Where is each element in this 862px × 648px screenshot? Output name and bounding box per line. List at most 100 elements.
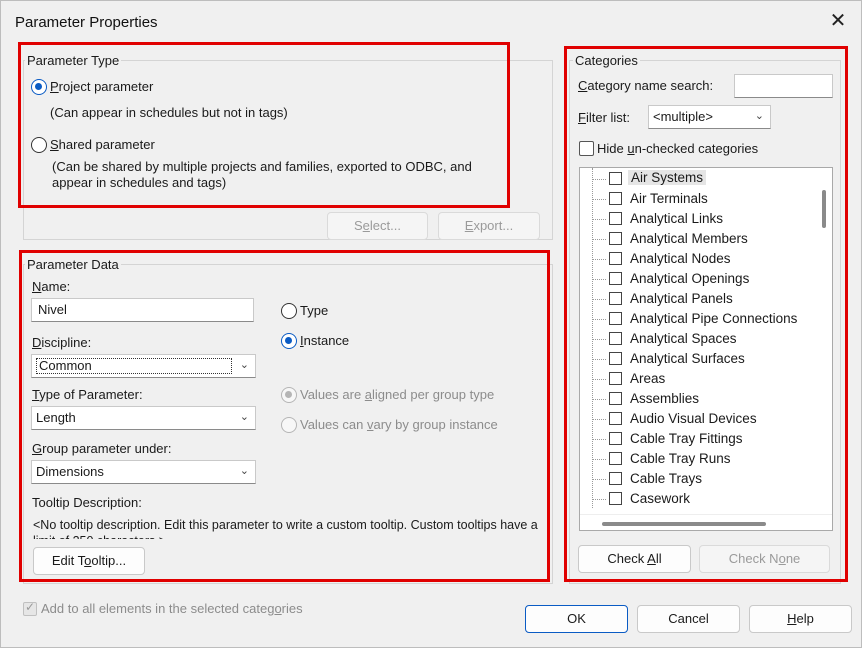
category-checkbox[interactable] bbox=[609, 312, 622, 325]
chevron-down-icon: ⌄ bbox=[239, 465, 249, 477]
export-button[interactable]: Export... bbox=[438, 212, 540, 240]
category-checkbox[interactable] bbox=[609, 212, 622, 225]
filter-list-select[interactable]: <multiple> ⌄ bbox=[648, 105, 771, 129]
category-label: Analytical Members bbox=[630, 231, 748, 246]
add-to-all-label: Add to all elements in the selected cate… bbox=[41, 601, 303, 616]
chevron-down-icon: ⌄ bbox=[239, 411, 249, 423]
category-tree-item[interactable]: Air Systems bbox=[580, 169, 816, 189]
project-parameter-radio[interactable] bbox=[31, 79, 47, 95]
type-of-parameter-select[interactable]: Length ⌄ bbox=[31, 406, 256, 430]
shared-parameter-description-line1: (Can be shared by multiple projects and … bbox=[52, 159, 472, 174]
ok-button[interactable]: OK bbox=[525, 605, 628, 633]
category-label: Air Terminals bbox=[630, 191, 708, 206]
category-label: Air Systems bbox=[628, 170, 707, 185]
discipline-label: Discipline: bbox=[32, 335, 92, 350]
category-checkbox[interactable] bbox=[609, 412, 622, 425]
name-label: Name: bbox=[32, 279, 71, 294]
values-aligned-label: Values are aligned per group type bbox=[300, 387, 495, 402]
help-button[interactable]: Help bbox=[749, 605, 852, 633]
category-checkbox[interactable] bbox=[609, 292, 622, 305]
category-tree[interactable]: Air Systems Air Terminals Analytical Links… bbox=[579, 167, 833, 531]
category-label: Analytical Spaces bbox=[630, 331, 737, 346]
check-none-button[interactable]: Check None bbox=[699, 545, 830, 573]
scroll-thumb[interactable] bbox=[822, 190, 826, 228]
category-search-label: Category name search: bbox=[578, 78, 714, 93]
category-checkbox[interactable] bbox=[609, 392, 622, 405]
category-checkbox[interactable] bbox=[609, 352, 622, 365]
check-all-button[interactable]: Check All bbox=[578, 545, 691, 573]
shared-parameter-label[interactable]: Shared parameter bbox=[50, 137, 155, 152]
values-vary-radio[interactable] bbox=[281, 417, 297, 433]
group-parameter-label: Group parameter under: bbox=[32, 441, 172, 456]
category-label: Analytical Nodes bbox=[630, 251, 731, 266]
instance-radio[interactable] bbox=[281, 333, 297, 349]
values-vary-label: Values can vary by group instance bbox=[300, 417, 498, 432]
category-label: Analytical Openings bbox=[630, 271, 750, 286]
filter-list-label: Filter list: bbox=[578, 110, 631, 125]
shared-parameter-radio[interactable] bbox=[31, 137, 47, 153]
category-tree-item[interactable]: Audio Visual Devices bbox=[580, 409, 816, 429]
category-checkbox[interactable] bbox=[609, 492, 622, 505]
category-tree-item[interactable]: Analytical Nodes bbox=[580, 249, 816, 269]
type-radio[interactable] bbox=[281, 303, 297, 319]
hide-unchecked-label[interactable]: Hide un-checked categories bbox=[597, 141, 758, 156]
category-tree-item[interactable]: Analytical Surfaces bbox=[580, 349, 816, 369]
category-checkbox[interactable] bbox=[609, 252, 622, 265]
parameter-properties-dialog: Parameter Properties ✕ Parameter Type Pr… bbox=[0, 0, 862, 648]
project-parameter-description: (Can appear in schedules but not in tags… bbox=[50, 105, 288, 120]
close-icon[interactable]: ✕ bbox=[827, 11, 849, 33]
add-to-all-checkbox[interactable] bbox=[23, 600, 37, 616]
category-tree-item[interactable]: Assemblies bbox=[580, 389, 816, 409]
category-label: Cable Tray Fittings bbox=[630, 431, 743, 446]
dialog-title: Parameter Properties bbox=[15, 14, 158, 31]
category-search-input[interactable] bbox=[734, 74, 833, 98]
category-label: Areas bbox=[630, 371, 666, 386]
category-tree-item[interactable]: Cable Tray Fittings bbox=[580, 429, 816, 449]
category-checkbox[interactable] bbox=[609, 332, 622, 345]
parameter-type-legend: Parameter Type bbox=[25, 53, 122, 68]
category-checkbox[interactable] bbox=[609, 372, 622, 385]
category-checkbox[interactable] bbox=[609, 272, 622, 285]
hide-unchecked-checkbox[interactable] bbox=[579, 141, 594, 156]
category-checkbox[interactable] bbox=[609, 232, 622, 245]
category-tree-item[interactable]: Areas bbox=[580, 369, 816, 389]
chevron-down-icon: ⌄ bbox=[754, 110, 764, 122]
category-tree-item[interactable]: Analytical Links bbox=[580, 209, 816, 229]
category-tree-item[interactable]: Casework bbox=[580, 489, 816, 509]
category-tree-item[interactable]: Analytical Pipe Connections bbox=[580, 309, 816, 329]
category-tree-item[interactable]: Analytical Panels bbox=[580, 289, 816, 309]
type-radio-label[interactable]: Type bbox=[300, 303, 328, 318]
category-label: Analytical Pipe Connections bbox=[630, 311, 798, 326]
category-tree-item[interactable]: Analytical Openings bbox=[580, 269, 816, 289]
category-label: Cable Tray Runs bbox=[630, 451, 731, 466]
category-label: Cable Trays bbox=[630, 471, 703, 486]
shared-parameter-description-line2: appear in schedules and tags) bbox=[52, 175, 227, 190]
category-checkbox[interactable] bbox=[609, 192, 622, 205]
select-button[interactable]: Select... bbox=[327, 212, 428, 240]
category-checkbox[interactable] bbox=[609, 452, 622, 465]
tooltip-description-text: <No tooltip description. Edit this param… bbox=[33, 518, 538, 539]
discipline-select[interactable]: Common ⌄ bbox=[31, 354, 256, 378]
name-input[interactable]: Nivel bbox=[31, 298, 254, 322]
categories-legend: Categories bbox=[573, 53, 640, 68]
scroll-thumb[interactable] bbox=[602, 522, 766, 526]
horizontal-scrollbar[interactable] bbox=[580, 514, 832, 530]
category-tree-item[interactable]: Air Terminals bbox=[580, 189, 816, 209]
cancel-button[interactable]: Cancel bbox=[637, 605, 740, 633]
category-tree-item[interactable]: Analytical Members bbox=[580, 229, 816, 249]
category-tree-item[interactable]: Analytical Spaces bbox=[580, 329, 816, 349]
project-parameter-label[interactable]: Project parameter bbox=[50, 79, 153, 94]
category-label: Casework bbox=[630, 491, 691, 506]
category-checkbox[interactable] bbox=[609, 172, 622, 185]
category-label: Assemblies bbox=[630, 391, 700, 406]
category-checkbox[interactable] bbox=[609, 432, 622, 445]
group-parameter-select[interactable]: Dimensions ⌄ bbox=[31, 460, 256, 484]
edit-tooltip-button[interactable]: Edit Tooltip... bbox=[33, 547, 145, 575]
category-tree-item[interactable]: Cable Trays bbox=[580, 469, 816, 489]
vertical-scrollbar[interactable] bbox=[816, 168, 832, 514]
instance-radio-label[interactable]: Instance bbox=[300, 333, 349, 348]
category-checkbox[interactable] bbox=[609, 472, 622, 485]
category-label: Analytical Panels bbox=[630, 291, 733, 306]
values-aligned-radio[interactable] bbox=[281, 387, 297, 403]
category-tree-item[interactable]: Cable Tray Runs bbox=[580, 449, 816, 469]
